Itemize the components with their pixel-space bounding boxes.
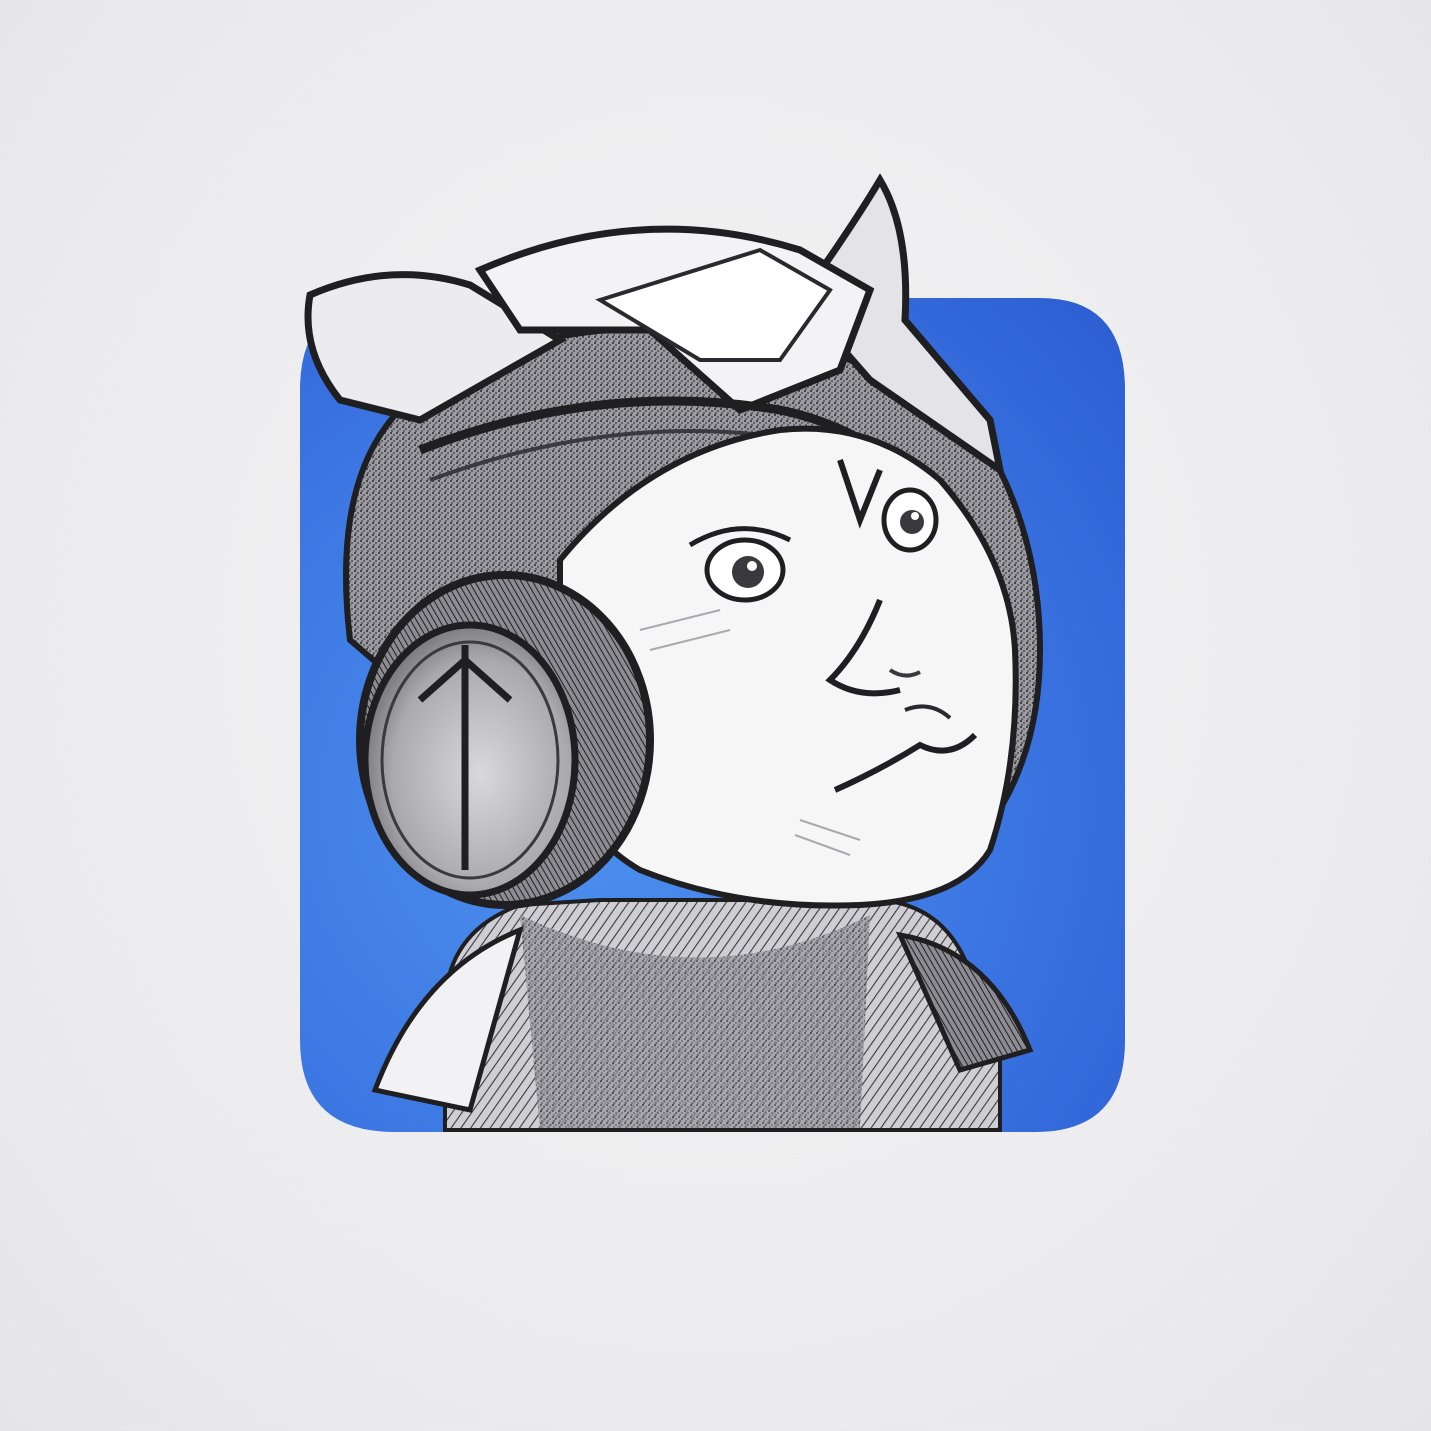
artwork-canvas <box>0 0 1431 1431</box>
character-body <box>371 898 1034 1132</box>
right-eye <box>881 487 939 553</box>
helmet-ear-disc <box>356 571 654 909</box>
sketch-artwork <box>300 173 1125 1132</box>
